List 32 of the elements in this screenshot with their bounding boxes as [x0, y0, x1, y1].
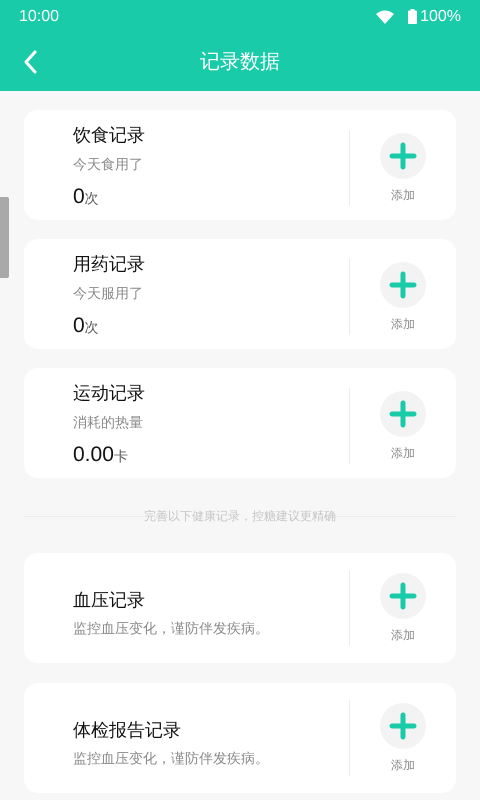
add-button[interactable]: 添加 — [350, 702, 456, 774]
battery-icon — [408, 9, 418, 24]
record-unit: 次 — [84, 189, 99, 208]
battery-level: 100% — [420, 6, 461, 26]
add-button[interactable]: 添加 — [350, 132, 456, 204]
record-title: 体检报告记录 — [73, 719, 182, 742]
record-unit: 卡 — [114, 447, 128, 466]
status-time: 10:00 — [19, 6, 60, 26]
record-subtitle: 监控血压变化，谨防伴发疾病。 — [73, 619, 270, 638]
add-button[interactable]: 添加 — [350, 390, 456, 462]
page-title: 记录数据 — [200, 50, 280, 75]
record-unit: 次 — [84, 318, 99, 338]
wifi-icon — [376, 10, 394, 24]
record-subtitle: 消耗的热量 — [73, 413, 144, 432]
record-title: 血压记录 — [73, 589, 146, 612]
record-value: 0 — [73, 313, 85, 340]
edge-handle[interactable] — [0, 197, 9, 278]
record-title: 饮食记录 — [73, 124, 146, 148]
record-value: 0 — [73, 184, 85, 210]
plus-icon — [380, 262, 426, 308]
plus-icon — [380, 572, 426, 618]
record-value: 0.00 — [73, 442, 114, 468]
plus-icon — [380, 132, 426, 178]
record-subtitle: 监控血压变化，谨防伴发疾病。 — [73, 749, 270, 768]
add-button[interactable]: 添加 — [350, 572, 456, 644]
record-subtitle: 今天服用了 — [73, 284, 144, 304]
record-title: 用药记录 — [73, 253, 146, 276]
plus-icon — [380, 390, 426, 436]
record-title: 运动记录 — [73, 382, 146, 406]
record-subtitle: 今天食用了 — [73, 155, 144, 174]
plus-icon — [380, 702, 426, 748]
add-button[interactable]: 添加 — [350, 262, 456, 332]
